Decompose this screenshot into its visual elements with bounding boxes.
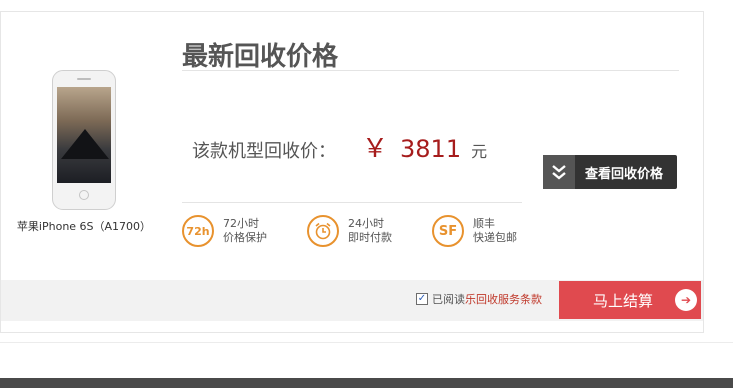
title-divider xyxy=(182,70,679,71)
settle-label: 马上结算 xyxy=(593,291,654,310)
price-label: 该款机型回收价： xyxy=(192,141,336,162)
phone-image xyxy=(52,70,116,210)
feature-free-shipping: SF 顺丰 快递包邮 xyxy=(432,215,517,247)
recycle-price-page: 苹果iPhone 6S（A1700） 最新回收价格 该款机型回收价： ￥ 381… xyxy=(0,0,733,388)
feature-instant-payment: 24小时 即时付款 xyxy=(307,215,392,247)
features-divider xyxy=(182,202,522,203)
terms-link[interactable]: 乐回收服务条款 xyxy=(465,291,542,307)
double-chevron-down-icon xyxy=(543,155,575,189)
phone-screen xyxy=(57,87,111,183)
feature-text: 24小时 即时付款 xyxy=(348,217,392,245)
feature-line2: 价格保护 xyxy=(223,231,267,244)
agreement-row: ✓ 已阅读 乐回收服务条款 xyxy=(416,291,542,307)
feature-line1: 72小时 xyxy=(223,217,259,230)
alarm-clock-icon xyxy=(307,215,339,247)
price-unit: 元 xyxy=(471,142,488,161)
feature-line1: 顺丰 xyxy=(473,217,495,230)
phone-speaker xyxy=(77,78,91,80)
feature-line2: 快递包邮 xyxy=(473,231,517,244)
arrow-right-circle-icon: ➔ xyxy=(675,289,698,311)
feature-text: 72小时 价格保护 xyxy=(223,217,267,245)
page-title: 最新回收价格 xyxy=(182,42,339,72)
mountain-wallpaper xyxy=(61,129,109,159)
product-panel: 苹果iPhone 6S（A1700） xyxy=(14,70,154,234)
check-price-label: 查看回收价格 xyxy=(585,166,664,182)
price-row: 该款机型回收价： ￥ 3811 元 xyxy=(192,128,487,165)
sf-express-icon: SF xyxy=(432,215,464,247)
72h-icon: 72h xyxy=(182,215,214,247)
feature-line2: 即时付款 xyxy=(348,231,392,244)
agreement-checkbox[interactable]: ✓ xyxy=(416,293,428,305)
feature-price-protection: 72h 72小时 价格保护 xyxy=(182,215,267,247)
check-price-button[interactable]: 查看回收价格 xyxy=(543,155,677,189)
feature-line1: 24小时 xyxy=(348,217,384,230)
price-value: 3811 xyxy=(400,135,462,163)
currency-symbol: ￥ xyxy=(362,134,389,164)
feature-text: 顺丰 快递包邮 xyxy=(473,217,517,245)
section-divider xyxy=(0,342,733,343)
footer-bar xyxy=(0,378,733,388)
agreement-text: 已阅读 xyxy=(432,293,465,306)
product-name: 苹果iPhone 6S（A1700） xyxy=(16,220,152,233)
phone-home-button xyxy=(79,190,89,200)
settle-button[interactable]: 马上结算 ➔ xyxy=(559,281,701,319)
